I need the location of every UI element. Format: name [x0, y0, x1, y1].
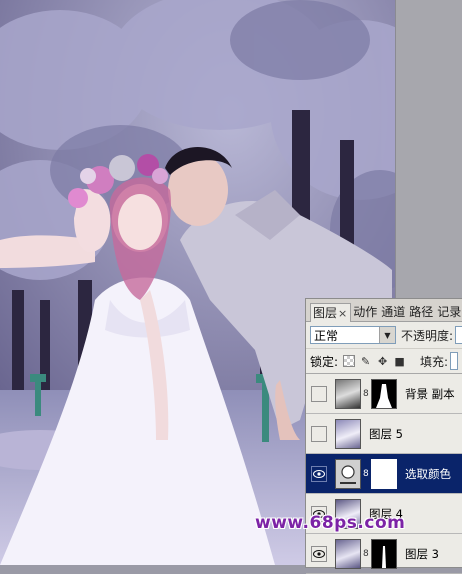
chain-link-icon[interactable]: 8: [363, 389, 369, 399]
layer-row-selected[interactable]: 8 选取颜色: [306, 454, 462, 494]
opacity-field[interactable]: [455, 326, 462, 344]
blend-opacity-row: 正常 ▼ 不透明度:: [306, 322, 462, 349]
eye-icon[interactable]: [311, 465, 327, 482]
tab-layers-label: 图层: [313, 306, 338, 320]
tab-actions[interactable]: 动作: [351, 303, 379, 321]
layer-name: 图层 5: [369, 426, 403, 441]
visibility-toggle[interactable]: [311, 385, 327, 402]
layer-row[interactable]: 8 背景 副本: [306, 374, 462, 414]
lock-move-icon[interactable]: ✥: [376, 355, 389, 368]
layer-row[interactable]: 图层 5: [306, 414, 462, 454]
lock-all-icon[interactable]: ■: [393, 355, 406, 368]
chain-link-icon[interactable]: 8: [363, 549, 369, 559]
tab-history[interactable]: 记录: [435, 303, 462, 321]
tab-paths[interactable]: 路径: [407, 303, 435, 321]
visibility-toggle[interactable]: [311, 425, 327, 442]
layer-row[interactable]: 8 图层 3: [306, 534, 462, 574]
layer-name: 图层 3: [405, 546, 439, 561]
workspace-background: [395, 0, 462, 300]
lock-fill-row: 锁定: ✎ ✥ ■ 填充:: [306, 349, 462, 374]
lock-brush-icon[interactable]: ✎: [359, 355, 372, 368]
close-icon[interactable]: ×: [337, 307, 348, 320]
site-watermark: www.68ps.com: [255, 513, 406, 533]
layer-name: 背景 副本: [405, 386, 455, 401]
blend-mode-dropdown[interactable]: 正常 ▼: [310, 326, 396, 344]
opacity-label: 不透明度:: [401, 328, 454, 343]
tab-channels[interactable]: 通道: [379, 303, 407, 321]
blend-mode-value: 正常: [314, 328, 339, 343]
lock-transparency-icon[interactable]: [342, 355, 355, 368]
layer-thumbnail: [335, 378, 361, 409]
layer-mask-thumbnail: [371, 458, 397, 489]
chain-link-icon[interactable]: 8: [363, 469, 369, 479]
fill-field[interactable]: [450, 352, 459, 370]
lock-label: 锁定:: [310, 354, 339, 369]
fill-label: 填充:: [420, 354, 449, 369]
eye-icon[interactable]: [311, 545, 327, 562]
panel-tabs: 图层× 动作 通道 路径 记录: [306, 299, 462, 322]
chevron-down-icon[interactable]: ▼: [379, 327, 395, 343]
adjustment-layer-icon: [335, 458, 361, 489]
layer-thumbnail: [335, 418, 361, 449]
layer-name: 选取颜色: [405, 466, 451, 481]
layer-mask-thumbnail: [371, 538, 397, 569]
tab-layers[interactable]: 图层×: [310, 303, 352, 322]
layer-thumbnail: [335, 538, 361, 569]
layer-mask-thumbnail: [371, 378, 397, 409]
